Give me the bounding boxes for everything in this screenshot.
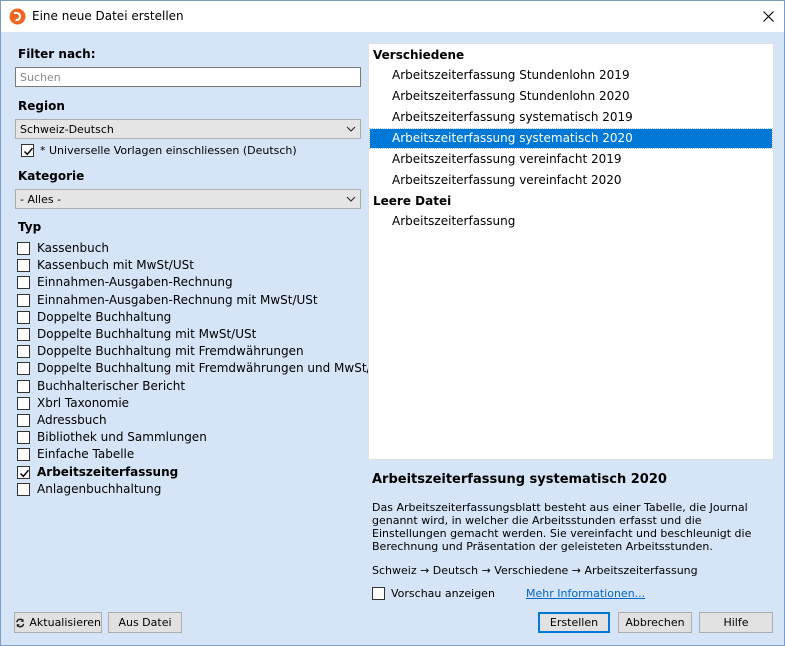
template-list-item[interactable]: Arbeitszeiterfassung vereinfacht 2019 xyxy=(370,150,772,169)
type-checkbox[interactable] xyxy=(17,293,30,307)
category-select-value: - Alles - xyxy=(20,193,62,206)
type-checkbox-label: Adressbuch xyxy=(37,413,107,427)
preview-checkbox[interactable] xyxy=(372,587,385,600)
type-checkbox-label: Xbrl Taxonomie xyxy=(37,395,130,410)
type-checkbox-label: Doppelte Buchhaltung xyxy=(37,309,172,324)
refresh-icon xyxy=(16,618,25,627)
type-checkbox[interactable] xyxy=(17,431,30,445)
template-group-header: Verschiedene xyxy=(373,48,465,62)
cancel-button-label: Abbrechen xyxy=(625,616,685,629)
detail-title: Arbeitszeiterfassung systematisch 2020 xyxy=(372,472,667,487)
category-select[interactable]: - Alles - xyxy=(15,189,361,209)
help-button-label: Hilfe xyxy=(723,616,749,629)
window-title: Eine neue Datei erstellen xyxy=(32,9,184,23)
create-button-label: Erstellen xyxy=(549,616,599,629)
from-file-button-label: Aus Datei xyxy=(118,616,172,629)
help-button[interactable]: Hilfe xyxy=(699,612,773,633)
template-list: Verschiedene Arbeitszeiterfassung Stunden… xyxy=(368,43,774,460)
template-list-item[interactable]: Arbeitszeiterfassung xyxy=(370,212,772,231)
type-checkbox[interactable] xyxy=(17,448,30,462)
type-checkbox-label: Doppelte Buchhaltung mit MwSt/USt xyxy=(37,327,257,341)
banana-app-icon xyxy=(9,8,26,25)
type-checkbox[interactable] xyxy=(17,276,30,290)
close-icon xyxy=(763,11,774,22)
template-list-item[interactable]: Arbeitszeiterfassung vereinfacht 2020 xyxy=(370,171,772,190)
type-checkbox[interactable] xyxy=(17,242,30,255)
template-list-item[interactable]: Arbeitszeiterfassung systematisch 2020 xyxy=(369,128,773,149)
filter-label: Filter nach: xyxy=(18,47,96,61)
type-checkbox-label: Einnahmen-Ausgaben-Rechnung xyxy=(37,275,233,290)
type-checkbox[interactable] xyxy=(17,310,30,324)
dialog-window: Eine neue Datei erstellen Filter nach: R… xyxy=(0,0,785,646)
more-info-link[interactable]: Mehr Informationen... xyxy=(526,587,645,600)
detail-description: Das Arbeitszeiterfassungsblatt besteht a… xyxy=(372,501,752,553)
type-checkbox-label: Kassenbuch mit MwSt/USt xyxy=(37,258,194,273)
type-checkbox[interactable] xyxy=(17,259,30,273)
template-list-item[interactable]: Arbeitszeiterfassung Stundenlohn 2020 xyxy=(370,87,772,106)
title-bar: Eine neue Datei erstellen xyxy=(1,1,784,32)
type-checkbox[interactable] xyxy=(17,362,30,376)
preview-label: Vorschau anzeigen xyxy=(391,587,495,600)
detail-breadcrumb: Schweiz → Deutsch → Verschiedene → Arbei… xyxy=(372,564,698,577)
type-checkbox-label: Arbeitszeiterfassung xyxy=(37,464,179,479)
cancel-button[interactable]: Abbrechen xyxy=(618,612,692,633)
type-checkbox-label: Bibliothek und Sammlungen xyxy=(37,430,207,445)
type-label: Typ xyxy=(18,220,42,234)
template-list-item[interactable]: Arbeitszeiterfassung Stundenlohn 2019 xyxy=(370,66,772,85)
type-checkbox[interactable] xyxy=(17,379,30,393)
region-select-value: Schweiz-Deutsch xyxy=(20,123,114,136)
checkmark-icon xyxy=(23,147,34,156)
type-checkbox-label: Anlagenbuchhaltung xyxy=(37,481,162,496)
checkmark-icon xyxy=(19,469,30,477)
type-checkbox[interactable] xyxy=(17,345,30,359)
from-file-button[interactable]: Aus Datei xyxy=(108,612,182,633)
region-select[interactable]: Schweiz-Deutsch xyxy=(15,119,361,139)
type-checkbox-label: Buchhalterischer Bericht xyxy=(37,378,186,393)
type-checkbox-label: Kassenbuch xyxy=(37,241,109,255)
refresh-button[interactable]: Aktualisieren xyxy=(14,612,102,633)
type-checkbox[interactable] xyxy=(17,328,30,341)
template-group-header: Leere Datei xyxy=(373,194,452,208)
type-checkbox[interactable] xyxy=(17,396,30,410)
refresh-button-label: Aktualisieren xyxy=(29,616,101,629)
region-label: Region xyxy=(18,99,65,113)
category-label: Kategorie xyxy=(18,169,85,183)
type-checkbox[interactable] xyxy=(17,482,30,496)
template-list-item[interactable]: Arbeitszeiterfassung systematisch 2019 xyxy=(370,108,772,127)
universal-templates-checkbox[interactable] xyxy=(21,144,34,157)
type-checkbox[interactable] xyxy=(17,465,30,479)
universal-templates-label: * Universelle Vorlagen einschliessen (De… xyxy=(40,144,297,157)
type-checkbox[interactable] xyxy=(17,414,30,427)
type-checkbox-label: Einfache Tabelle xyxy=(37,447,135,462)
type-checkbox-label: Doppelte Buchhaltung mit Fremdwährungen … xyxy=(37,361,392,376)
close-button[interactable] xyxy=(753,1,784,32)
chevron-down-icon xyxy=(346,126,356,132)
type-checkbox-label: Doppelte Buchhaltung mit Fremdwährungen xyxy=(37,344,304,359)
create-button[interactable]: Erstellen xyxy=(538,612,610,633)
type-checkbox-label: Einnahmen-Ausgaben-Rechnung mit MwSt/USt xyxy=(37,292,318,307)
search-input[interactable] xyxy=(15,67,361,87)
chevron-down-icon xyxy=(346,196,356,202)
